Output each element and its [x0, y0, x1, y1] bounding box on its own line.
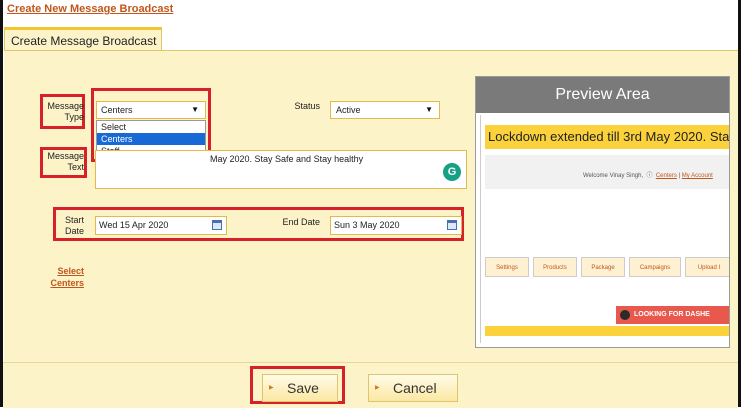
preview-tab-settings: Settings [485, 257, 529, 277]
option-centers[interactable]: Centers [97, 133, 205, 145]
end-date-label: End Date [282, 217, 320, 227]
preview-tab-package: Package [581, 257, 625, 277]
option-select[interactable]: Select [97, 121, 205, 133]
button-arrow-icon: ▶ [375, 385, 380, 391]
dropdown-arrow-icon: ▼ [425, 105, 433, 114]
select-centers-line2: Centers [50, 278, 84, 288]
preview-ticker: Lockdown extended till 3rd May 2020. Sta… [485, 125, 729, 149]
cancel-button-label: Cancel [393, 380, 437, 396]
end-date-input[interactable]: Sun 3 May 2020 [330, 216, 462, 235]
status-select[interactable]: Active ▼ [330, 101, 440, 119]
message-text-input[interactable]: May 2020. Stay Safe and Stay healthy [95, 150, 467, 189]
preview-frame: Lockdown extended till 3rd May 2020. Sta… [480, 115, 729, 343]
start-date-label-line2: Date [64, 226, 84, 236]
preview-header: Welcome Vinay Singh, ⓘ Centers | My Acco… [485, 155, 729, 189]
preview-tab-campaigns: Campaigns [629, 257, 681, 277]
create-broadcast-link[interactable]: Create New Message Broadcast [7, 3, 173, 15]
end-date-value: Sun 3 May 2020 [334, 220, 400, 230]
preview-title: Preview Area [476, 77, 729, 113]
binoculars-icon [620, 310, 630, 320]
message-text-label-line1: Message [47, 151, 84, 161]
message-text-label-line2: Text [67, 162, 84, 172]
preview-banner: LOOKING FOR DASHE [616, 306, 729, 324]
status-value: Active [336, 105, 361, 115]
tab-create-message-broadcast[interactable]: Create Message Broadcast [4, 27, 162, 51]
preview-welcome-text: Welcome Vinay Singh, [583, 173, 644, 179]
preview-welcome: Welcome Vinay Singh, ⓘ Centers | My Acco… [583, 173, 713, 179]
message-text-label: Message Text [42, 151, 84, 173]
message-type-label-line1: Message [47, 101, 84, 111]
status-label: Status [294, 101, 320, 111]
grammarly-icon[interactable]: G [443, 163, 461, 181]
preview-footer-strip [485, 326, 729, 336]
message-type-label: Message Type [42, 101, 84, 123]
message-type-label-line2: Type [64, 112, 84, 122]
preview-tab-products: Products [533, 257, 577, 277]
help-icon: ⓘ [644, 173, 655, 179]
button-arrow-icon: ▶ [269, 385, 274, 391]
preview-account-link: My Account [681, 173, 713, 179]
message-type-select[interactable]: Centers ▼ [96, 101, 206, 119]
select-centers-link[interactable]: Select Centers [40, 265, 84, 289]
message-type-value: Centers [101, 105, 133, 115]
preview-nav-tabs: Settings Products Package Campaigns Uplo… [485, 257, 729, 281]
start-date-label: Start Date [58, 215, 84, 237]
message-text-value: May 2020. Stay Safe and Stay healthy [210, 154, 364, 164]
dropdown-arrow-icon: ▼ [191, 105, 199, 114]
save-button[interactable]: ▶ Save [262, 374, 338, 402]
window-frame-left [0, 0, 3, 407]
select-centers-line1: Select [57, 266, 84, 276]
preview-centers-link: Centers [655, 173, 677, 179]
save-button-label: Save [287, 380, 319, 396]
preview-area: Preview Area Lockdown extended till 3rd … [475, 76, 730, 348]
preview-tab-upload: Upload I [685, 257, 729, 277]
calendar-icon[interactable] [212, 220, 222, 230]
start-date-value: Wed 15 Apr 2020 [99, 220, 169, 230]
start-date-input[interactable]: Wed 15 Apr 2020 [95, 216, 227, 235]
start-date-label-line1: Start [64, 215, 84, 225]
cancel-button[interactable]: ▶ Cancel [368, 374, 458, 402]
calendar-icon[interactable] [447, 220, 457, 230]
preview-banner-text: LOOKING FOR DASHE [634, 311, 710, 318]
